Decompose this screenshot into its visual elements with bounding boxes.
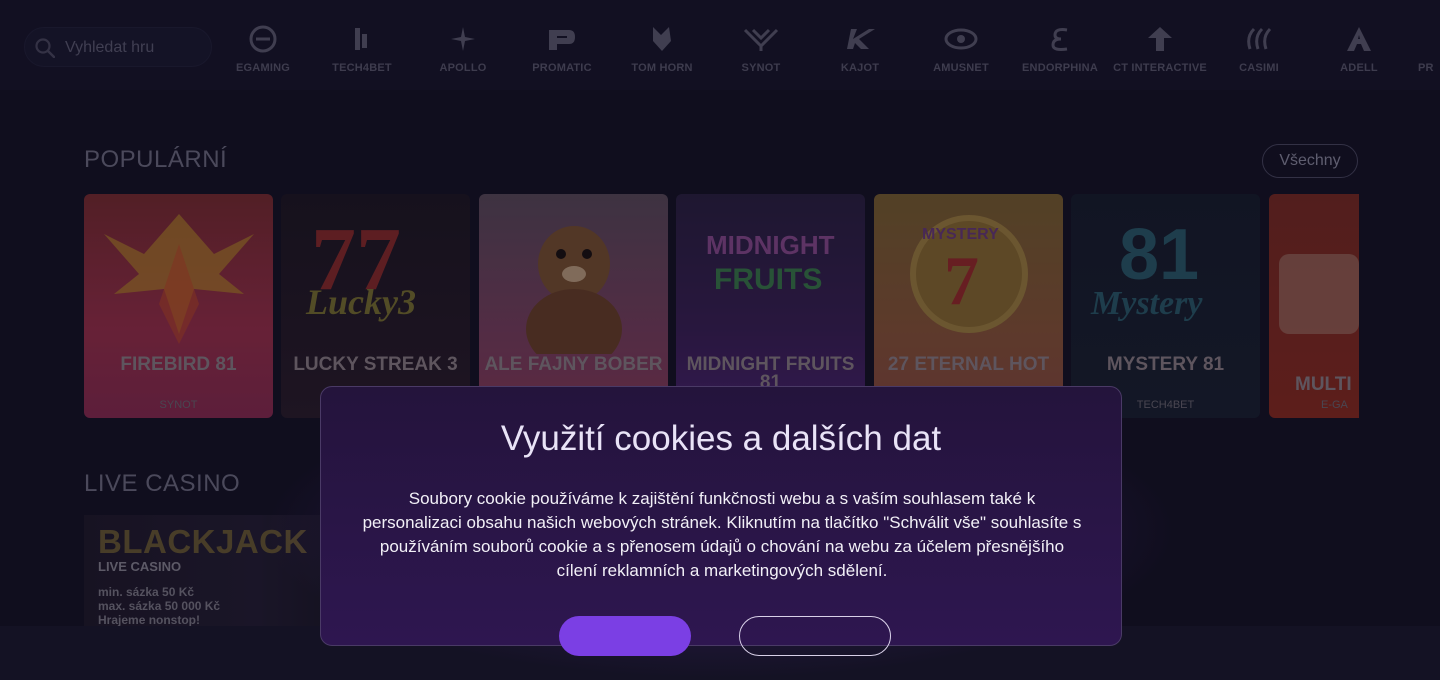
game-title: LUCKY STREAK 3: [293, 354, 458, 375]
search-icon: [35, 38, 55, 58]
apollo-logo-icon: [451, 27, 475, 51]
svg-text:7: 7: [944, 243, 979, 320]
popular-heading: POPULÁRNÍ: [84, 146, 228, 173]
search-box[interactable]: [24, 27, 212, 67]
endorphina-logo-icon: [1051, 28, 1068, 51]
game-provider: E-GA: [1321, 399, 1348, 411]
cookie-settings-button[interactable]: [739, 616, 891, 656]
game-tile-ale-fajny-bober[interactable]: ALE FAJNY BOBER: [479, 194, 668, 418]
casimi-logo-icon: [1247, 27, 1272, 50]
provider-name: CT INTERACTIVE: [1113, 62, 1207, 74]
cookie-dialog-title: Využití cookies a dalších dat: [500, 419, 942, 458]
provider-name: APOLLO: [439, 62, 487, 74]
game-title: FIREBIRD 81: [120, 354, 237, 375]
provider-name: TOM HORN: [631, 62, 693, 74]
tech4bet-logo-icon: [355, 28, 367, 50]
provider-kajot[interactable]: KAJOT: [810, 22, 910, 82]
provider-egaming[interactable]: EGAMING: [213, 22, 313, 82]
provider-tom-horn[interactable]: TOM HORN: [612, 22, 712, 82]
kajot-logo-icon: [847, 29, 875, 49]
game-title: 27 ETERNAL HOT: [887, 354, 1050, 375]
search-input[interactable]: [63, 37, 207, 59]
provider-name: ENDORPHINA: [1022, 62, 1098, 74]
svg-text:81: 81: [1119, 215, 1199, 295]
game-tile-lucky-streak-3[interactable]: 77 Lucky3 LUCKY STREAK 3: [281, 194, 470, 418]
show-all-button[interactable]: Všechny: [1262, 144, 1358, 178]
svg-text:Mystery: Mystery: [1090, 285, 1203, 322]
live-casino-card-blackjack[interactable]: BLACKJACK LIVE CASINO min. sázka 50 Kč m…: [84, 515, 332, 626]
provider-tech4bet[interactable]: TECH4BET: [312, 22, 412, 82]
synot-logo-icon: [743, 28, 779, 51]
provider-partial[interactable]: PR: [1408, 22, 1440, 82]
provider-name: PR: [1418, 62, 1434, 74]
game-tile-multi[interactable]: MULTI E-GA: [1269, 194, 1359, 418]
provider-casimi[interactable]: CASIMI: [1209, 22, 1309, 82]
live-card-title: BLACKJACK: [98, 523, 308, 560]
provider-name: KAJOT: [840, 62, 880, 74]
amusnet-logo-icon: [944, 28, 978, 50]
game-thumbnail: 81 Mystery: [1090, 215, 1203, 322]
cookie-dialog-text: Soubory cookie používáme k zajištění fun…: [362, 489, 1082, 580]
provider-adell[interactable]: ADELL: [1309, 22, 1409, 82]
provider-ct-interactive[interactable]: CT INTERACTIVE: [1110, 22, 1210, 82]
provider-name: CASIMI: [1239, 62, 1279, 74]
provider-name: EGAMING: [236, 62, 290, 74]
tom-horn-logo-icon: [653, 27, 671, 51]
game-tile-midnight-fruits-81[interactable]: MIDNIGHT FRUITS MIDNIGHT FRUITS 81: [676, 194, 865, 418]
game-title: ALE FAJNY BOBER: [484, 354, 663, 375]
provider-promatic[interactable]: PROMATIC: [512, 22, 612, 82]
ct-interactive-logo-icon: [1148, 27, 1172, 51]
game-thumbnail: 7 MYSTERY: [910, 215, 1028, 333]
game-thumbnail: 77 Lucky3: [305, 210, 416, 322]
adell-logo-icon: [1347, 27, 1371, 51]
cookie-consent-dialog: Využití cookies a dalších dat Soubory co…: [320, 386, 1122, 656]
provider-synot[interactable]: SYNOT: [711, 22, 811, 82]
provider-name: ADELL: [1340, 62, 1378, 74]
promatic-logo-icon: [549, 30, 575, 50]
provider-bar: EGAMING TECH4BET APOLLO PROMATIC TOM HOR…: [0, 0, 1440, 90]
game-tile-27-eternal-hot[interactable]: 7 MYSTERY 27 ETERNAL HOT: [874, 194, 1063, 418]
svg-text:FRUITS: FRUITS: [714, 263, 822, 296]
provider-name: PROMATIC: [532, 62, 592, 74]
provider-endorphina[interactable]: ENDORPHINA: [1010, 22, 1110, 82]
game-thumbnail: [104, 214, 254, 344]
live-card-cta: Hrajeme nonstop!: [98, 613, 201, 626]
provider-logo-icon: [1408, 24, 1428, 54]
game-thumbnail: [526, 226, 622, 354]
accept-all-button[interactable]: [559, 616, 691, 656]
game-title: MULTI: [1295, 374, 1352, 395]
svg-text:MYSTERY: MYSTERY: [922, 226, 999, 243]
game-title: MYSTERY 81: [1106, 354, 1225, 375]
provider-name: SYNOT: [741, 62, 781, 74]
live-casino-heading: LIVE CASINO: [84, 470, 241, 497]
game-thumbnail: MIDNIGHT FRUITS: [706, 230, 835, 296]
provider-name: TECH4BET: [332, 62, 392, 74]
provider-name: AMUSNET: [933, 62, 989, 74]
game-tile-mystery-81[interactable]: 81 Mystery MYSTERY 81 TECH4BET: [1071, 194, 1260, 418]
live-card-min-bet: min. sázka 50 Kč: [98, 585, 195, 599]
game-provider: SYNOT: [159, 399, 198, 411]
live-card-subtitle: LIVE CASINO: [98, 559, 182, 574]
live-card-max-bet: max. sázka 50 000 Kč: [98, 599, 221, 613]
game-tile-firebird-81[interactable]: FIREBIRD 81 SYNOT: [84, 194, 273, 418]
egaming-logo-icon: [249, 25, 277, 53]
provider-amusnet[interactable]: AMUSNET: [911, 22, 1011, 82]
provider-apollo[interactable]: APOLLO: [413, 22, 513, 82]
svg-text:Lucky3: Lucky3: [305, 282, 416, 322]
svg-text:MIDNIGHT: MIDNIGHT: [706, 230, 835, 260]
game-thumbnail: [1279, 254, 1359, 334]
